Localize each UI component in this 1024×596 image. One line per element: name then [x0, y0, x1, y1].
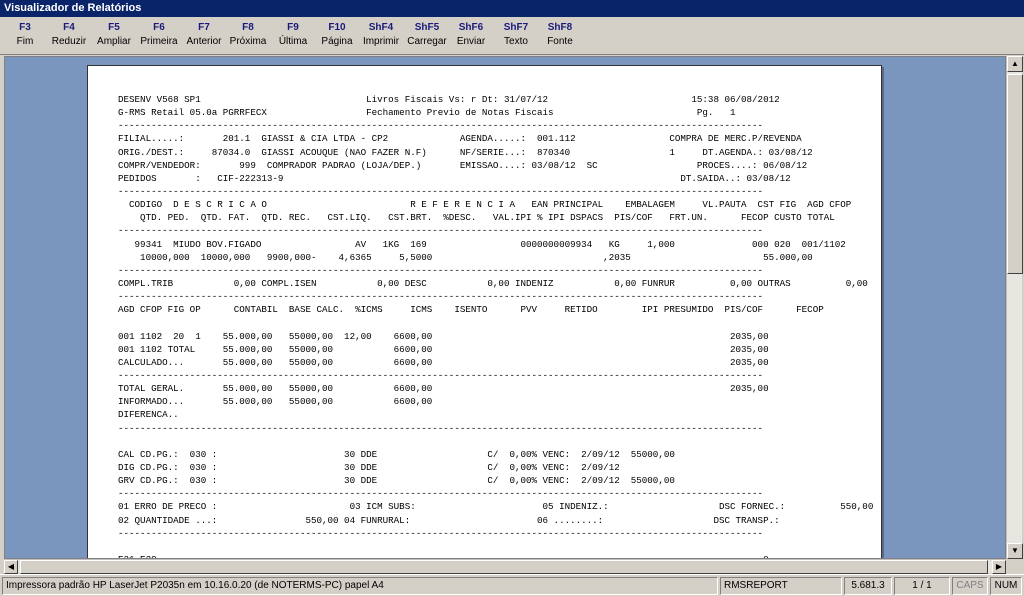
report-viewport[interactable]: DESENV V568 SP1 Livros Fiscais Vs: r Dt:… — [4, 56, 1006, 559]
toolbar-label: Anterior — [186, 36, 222, 47]
toolbar: F3 Fim F4 Reduzir F5 Ampliar F6 Primeira F7 Anter… — [0, 17, 1024, 55]
report-line: COMPL.TRIB 0,00 COMPL.ISEN 0,00 DESC 0,0… — [118, 277, 868, 289]
report-line: ----------------------------------------… — [118, 120, 764, 132]
report-line: DIFERENCA.. — [118, 409, 179, 421]
toolbar-key: F6 — [153, 22, 165, 33]
report-line: DESENV V568 SP1 Livros Fiscais Vs: r Dt:… — [118, 94, 780, 105]
toolbar-button-imprimir[interactable]: ShF4 Imprimir — [359, 21, 403, 53]
report-line: FILIAL.....: 201.1 GIASSI & CIA LTDA - C… — [118, 133, 802, 145]
toolbar-button-anterior[interactable]: F7 Anterior — [182, 21, 226, 53]
report-line — [118, 435, 873, 448]
toolbar-label: Próxima — [229, 36, 267, 47]
toolbar-button-proxima[interactable]: F8 Próxima — [226, 21, 270, 53]
report-line: CAL CD.PG.: 030 : 30 DDE C/ 0,00% VENC: … — [118, 448, 675, 460]
report-line: ----------------------------------------… — [118, 225, 764, 237]
toolbar-button-fim[interactable]: F3 Fim — [3, 21, 47, 53]
report-line: 99341 MIUDO BOV.FIGADO AV 1KG 169 000000… — [118, 238, 846, 250]
toolbar-button-carregar[interactable]: ShF5 Carregar — [405, 21, 449, 53]
toolbar-key: ShF4 — [368, 22, 394, 33]
toolbar-key: ShF5 — [414, 22, 440, 33]
report-page: DESENV V568 SP1 Livros Fiscais Vs: r Dt:… — [87, 65, 882, 558]
toolbar-label: Fim — [16, 36, 34, 47]
report-line: 001 1102 20 1 55.000,00 55000,00 12,00 6… — [118, 330, 769, 342]
report-line — [118, 540, 873, 553]
toolbar-key: F5 — [108, 22, 120, 33]
toolbar-key: F4 — [63, 22, 75, 33]
toolbar-key: F8 — [242, 22, 254, 33]
toolbar-label: Carregar — [407, 36, 447, 47]
status-printer: Impressora padrão HP LaserJet P2035n em … — [2, 577, 718, 595]
window-title: Visualizador de Relatórios — [0, 0, 1024, 17]
status-page: 1 / 1 — [894, 577, 950, 595]
report-line: ----------------------------------------… — [118, 185, 764, 197]
toolbar-button-primeira[interactable]: F6 Primeira — [137, 21, 181, 53]
report-line: ----------------------------------------… — [118, 369, 764, 381]
toolbar-button-ultima[interactable]: F9 Última — [271, 21, 315, 53]
toolbar-label: Página — [321, 36, 353, 47]
vertical-scroll-thumb[interactable] — [1007, 74, 1023, 274]
toolbar-label: Enviar — [456, 36, 486, 47]
report-line — [118, 316, 873, 329]
toolbar-button-fonte[interactable]: ShF8 Fonte — [538, 21, 582, 53]
report-line: 01 ERRO DE PRECO : 03 ICM SUBS: 05 INDEN… — [118, 501, 874, 513]
scroll-down-arrow-icon[interactable]: ▼ — [1007, 543, 1023, 559]
vertical-scrollbar[interactable]: ▲ ▼ — [1006, 56, 1023, 559]
report-line: ----------------------------------------… — [118, 264, 764, 276]
status-caps: CAPS — [952, 577, 988, 595]
toolbar-button-reduzir[interactable]: F4 Reduzir — [47, 21, 91, 53]
report-line: CODIGO D E S C R I C A O R E F E R E N C… — [118, 199, 852, 211]
report-line: G-RMS Retail 05.0a PGRRFECX Fechamento P… — [118, 107, 736, 119]
toolbar-label: Primeira — [140, 36, 178, 47]
toolbar-button-ampliar[interactable]: F5 Ampliar — [92, 21, 136, 53]
status-num: NUM — [990, 577, 1022, 595]
toolbar-label: Última — [278, 36, 308, 47]
toolbar-button-texto[interactable]: ShF7 Texto — [494, 21, 538, 53]
report-line: ----------------------------------------… — [118, 527, 764, 539]
report-line: ----------------------------------------… — [118, 291, 764, 303]
scroll-right-arrow-icon[interactable]: ▶ — [992, 560, 1006, 574]
toolbar-label: Imprimir — [362, 36, 400, 47]
toolbar-key: ShF6 — [458, 22, 484, 33]
status-version: 5.681.3 — [844, 577, 892, 595]
toolbar-label: Reduzir — [51, 36, 87, 47]
toolbar-button-enviar[interactable]: ShF6 Enviar — [449, 21, 493, 53]
toolbar-key: F9 — [287, 22, 299, 33]
toolbar-key: ShF7 — [503, 22, 529, 33]
toolbar-key: F10 — [328, 22, 346, 33]
toolbar-label: Ampliar — [97, 36, 131, 47]
report-line: COMPR/VENDEDOR: 999 COMPRADOR PADRAO (LO… — [118, 159, 808, 171]
toolbar-button-pagina[interactable]: F10 Página — [315, 21, 359, 53]
report-line: AGD CFOP FIG OP CONTABIL BASE CALC. %ICM… — [118, 304, 824, 316]
toolbar-key: F7 — [198, 22, 210, 33]
toolbar-label: Fonte — [547, 36, 573, 47]
report-line: 001 1102 TOTAL 55.000,00 55000,00 6600,0… — [118, 343, 769, 355]
report-line: PEDIDOS : CIF-222313-9 DT.SAIDA..: 03/08… — [118, 172, 791, 184]
scroll-left-arrow-icon[interactable]: ◀ — [4, 560, 18, 574]
report-line: QTD. PED. QTD. FAT. QTD. REC. CST.LIQ. C… — [118, 212, 835, 224]
report-line: GRV CD.PG.: 030 : 30 DDE C/ 0,00% VENC: … — [118, 475, 675, 487]
report-line: 02 QUANTIDADE ...: 550,00 04 FUNRURAL: 0… — [118, 514, 780, 526]
report-line: 10000,000 10000,000 9900,000- 4,6365 5,5… — [118, 251, 813, 263]
report-text: DESENV V568 SP1 Livros Fiscais Vs: r Dt:… — [118, 93, 874, 558]
horizontal-scrollbar[interactable]: ◀ ▶ — [4, 559, 1006, 574]
scroll-corner — [1006, 559, 1024, 573]
report-line: INFORMADO... 55.000,00 55000,00 6600,00 — [118, 396, 433, 408]
toolbar-key: F3 — [19, 22, 31, 33]
scroll-up-arrow-icon[interactable]: ▲ — [1007, 56, 1023, 72]
report-line: ORIG./DEST.: 87034.0 GIASSI ACOUQUE (NAO… — [118, 146, 813, 158]
horizontal-scroll-thumb[interactable] — [20, 560, 988, 574]
report-line: DIG CD.PG.: 030 : 30 DDE C/ 0,00% VENC: … — [118, 461, 620, 473]
report-line: CALCULADO... 55.000,00 55000,00 6600,00 … — [118, 356, 769, 368]
status-report-name: RMSREPORT — [720, 577, 842, 595]
report-line: ----------------------------------------… — [118, 488, 764, 500]
status-bar: Impressora padrão HP LaserJet P2035n em … — [0, 574, 1024, 596]
toolbar-label: Texto — [504, 36, 528, 47]
report-line: ----------------------------------------… — [118, 422, 764, 434]
toolbar-key: ShF8 — [547, 22, 573, 33]
report-line: TOTAL GERAL. 55.000,00 55000,00 6600,00 … — [118, 383, 769, 395]
